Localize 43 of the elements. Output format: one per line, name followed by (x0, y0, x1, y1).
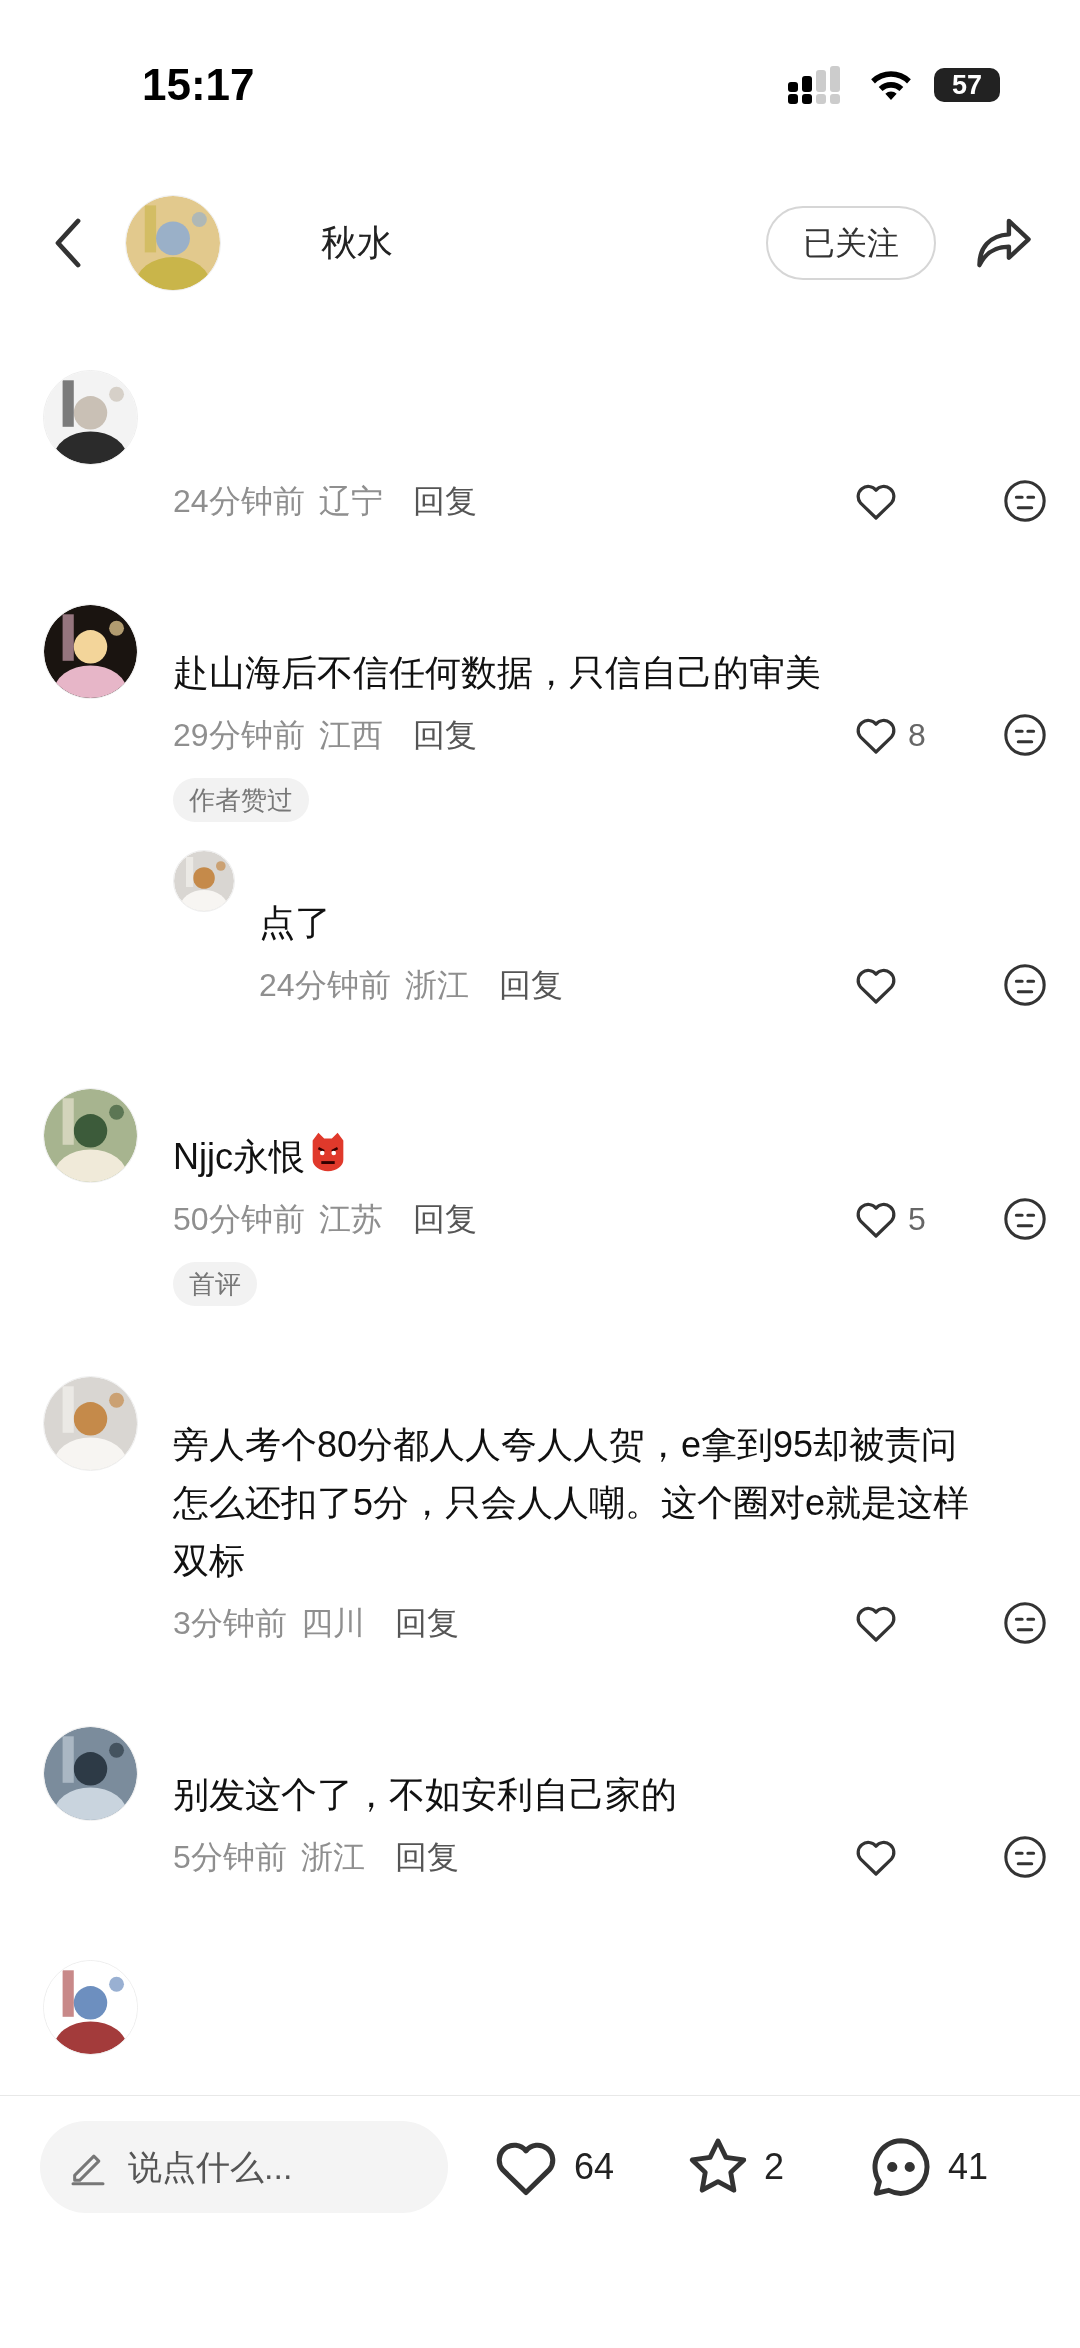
like-count: 64 (574, 2145, 615, 2189)
comment-tag: 作者赞过 (173, 778, 309, 822)
comment-time: 3分钟前 (173, 1604, 287, 1643)
comment-location: 浙江 (300, 1838, 365, 1877)
comment-location: 四川 (300, 1604, 365, 1643)
unamused-face-icon[interactable] (1002, 1834, 1048, 1880)
comment-input[interactable]: 说点什么... (40, 2121, 448, 2213)
unamused-face-icon[interactable] (1002, 1600, 1048, 1646)
reply-button[interactable]: 回复 (412, 711, 477, 759)
comment-text: 别发这个了，不如安利自己家的 (173, 1773, 678, 1817)
comment-location: 江西 (318, 716, 383, 755)
comment-time: 29分钟前 (173, 716, 305, 755)
comment-count: 41 (948, 2145, 989, 2189)
author-name: 秋水 (321, 220, 393, 265)
reply-button[interactable]: 回复 (394, 1833, 459, 1881)
follow-button[interactable]: 已关注 (766, 205, 936, 280)
status-time: 15:17 (142, 59, 255, 111)
comment-text: Njjc永恨 (173, 1128, 1080, 1186)
reply-button[interactable]: 回复 (412, 1195, 477, 1243)
reply-button[interactable]: 回复 (412, 477, 477, 525)
comment-field[interactable]: 说点什么... (128, 2141, 428, 2193)
comment-time: 50分钟前 (173, 1200, 305, 1239)
reply-text: 点了 (259, 901, 332, 945)
comment-text: 赴山海后不信任何数据，只信自己的审美 (173, 651, 822, 695)
comment-location: 江苏 (318, 1200, 383, 1239)
comment-location: 辽宁 (318, 482, 383, 521)
like-count: 5 (908, 1200, 926, 1239)
unamused-face-icon[interactable] (1002, 712, 1048, 758)
comment-time: 24分钟前 (259, 966, 391, 1005)
comment-text: 旁人考个80分都人人夸人人贺，e拿到95却被责问怎么还扣了5分，只会人人嘲。这个圈对e就是这样双标 (173, 1423, 971, 1583)
reply-button[interactable]: 回复 (394, 1599, 459, 1647)
comment-location: 浙江 (404, 966, 469, 1005)
reply-button[interactable]: 回复 (498, 961, 563, 1009)
wifi-icon (868, 68, 914, 102)
like-count: 8 (908, 716, 926, 755)
comment-time: 5分钟前 (173, 1838, 287, 1877)
unamused-face-icon[interactable] (1002, 1196, 1048, 1242)
favorite-count: 2 (764, 2145, 785, 2189)
unamused-face-icon[interactable] (1002, 478, 1048, 524)
comment-tag: 首评 (173, 1262, 257, 1306)
battery-indicator: 57 (934, 68, 1000, 102)
comment-time: 24分钟前 (173, 482, 305, 521)
unamused-face-icon[interactable] (1002, 962, 1048, 1008)
